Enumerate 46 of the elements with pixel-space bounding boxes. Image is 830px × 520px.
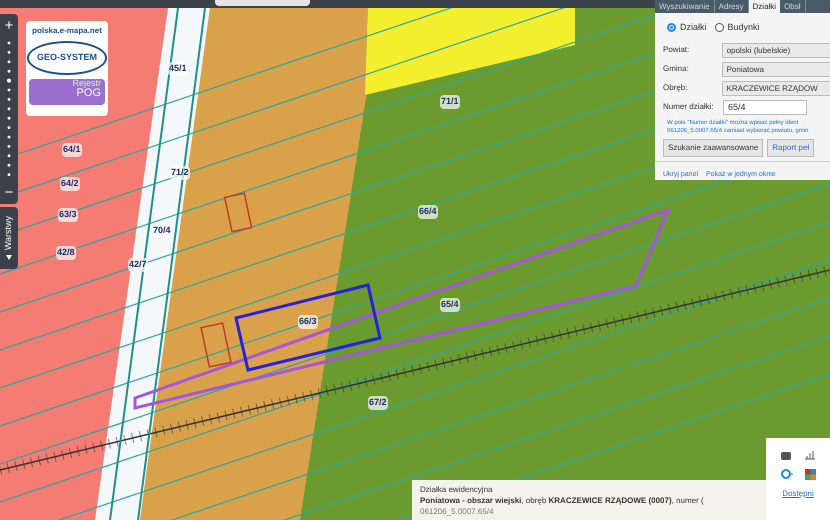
field-label: Powiat:: [663, 44, 690, 56]
caret-icon: [6, 254, 12, 260]
parcel-number: 66/4: [418, 205, 438, 218]
badge-text: Rejestr: [72, 78, 101, 88]
radio-label: Budynki: [728, 21, 760, 34]
badge-text: POG: [76, 88, 101, 98]
radio-button[interactable]: [714, 23, 724, 32]
zoom-out-button[interactable]: −: [4, 185, 14, 200]
panel-tab[interactable]: Wyszukiwanie: [655, 0, 715, 13]
field-label: Numer działki:: [663, 101, 715, 113]
info-title: Działka ewidencyjna: [420, 484, 494, 495]
field-label: Gmina:: [663, 63, 690, 75]
signal-bars-icon[interactable]: [804, 450, 816, 460]
parcel-number: 70/4: [152, 224, 172, 238]
logo-name: GEO-SYSTEM: [26, 41, 107, 74]
side-link[interactable]: Dostępni: [782, 488, 814, 500]
field-label: Obręb:: [663, 82, 688, 94]
parcel-number: 45/1: [168, 62, 188, 76]
panel-button[interactable]: Szukanie zaawansowane: [663, 138, 764, 156]
info-description: Poniatowa - obszar wiejski, obręb KRACZEWICE RZĄDOWE (0007), numer (: [420, 495, 705, 506]
panel-button[interactable]: Raport peł: [767, 138, 814, 156]
parcel-number: 64/2: [60, 177, 80, 190]
radio-label: Działki: [680, 21, 707, 34]
panel-tab[interactable]: Obsł: [780, 0, 806, 13]
zoom-level-dots-icon: [7, 39, 11, 179]
parcel-number: 66/3: [298, 315, 318, 328]
info-identifier: 061206_5.0007.65/4: [420, 506, 494, 517]
zoom-in-button[interactable]: +: [4, 18, 14, 33]
parcel-number: 65/4: [440, 298, 460, 312]
parcel-number: 67/2: [368, 396, 388, 410]
layers-tab[interactable]: Warstwy: [0, 207, 18, 269]
select-field[interactable]: Poniatowa: [722, 62, 830, 76]
select-field[interactable]: opolski (lubelskie): [722, 42, 830, 58]
parcel-number: 71/1: [440, 95, 460, 108]
logo-url: polska.e-mapa.net: [32, 25, 102, 37]
parcel-number: 64/1: [62, 143, 82, 156]
select-field[interactable]: KRACZEWICE RZĄDOW: [722, 80, 830, 96]
parcel-number: 63/3: [58, 208, 78, 222]
panel-tab[interactable]: Działki: [748, 0, 780, 13]
register-badge[interactable]: Rejestr POG: [29, 78, 105, 104]
input-field[interactable]: 65/4: [723, 100, 807, 114]
parcel-number: 42/8: [56, 246, 76, 260]
radio-button[interactable]: [667, 23, 676, 32]
parcel-number: 42/7: [128, 258, 148, 272]
colored-squares-icon[interactable]: [804, 469, 816, 480]
parcel-number: 71/2: [170, 166, 190, 180]
